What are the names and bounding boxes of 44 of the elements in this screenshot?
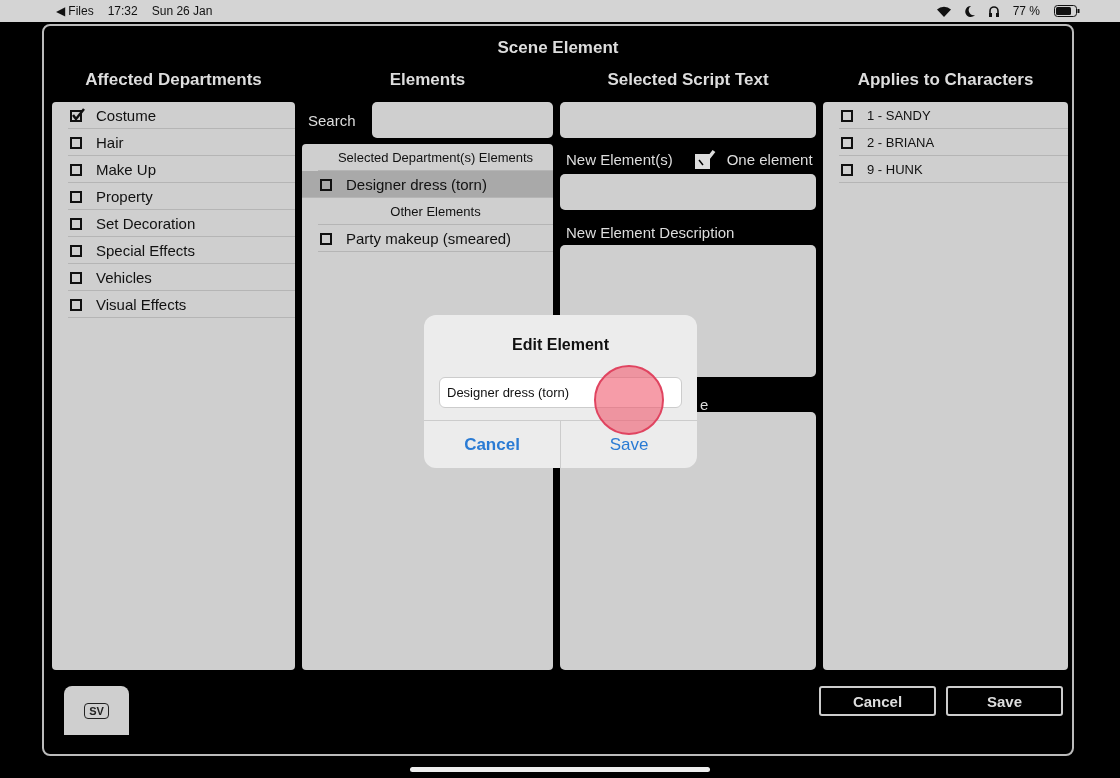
department-item[interactable]: Make Up (68, 156, 295, 183)
field-label: e (699, 399, 710, 411)
save-button[interactable]: Save (946, 686, 1063, 716)
character-item[interactable]: 9 - HUNK (839, 156, 1068, 183)
wifi-icon (936, 5, 951, 17)
character-item[interactable]: 1 - SANDY (839, 102, 1068, 129)
field-label: New Element Description (565, 224, 736, 241)
moon-icon (964, 5, 975, 17)
element-item[interactable]: Party makeup (smeared) (318, 225, 553, 252)
department-item[interactable]: Special Effects (68, 237, 295, 264)
field-label: New Element(s) (565, 150, 673, 168)
search-label: Search (307, 111, 357, 129)
department-item[interactable]: Set Decoration (68, 210, 295, 237)
department-item[interactable]: Hair (68, 129, 295, 156)
section-heading: Other Elements (318, 198, 553, 225)
script-text-field[interactable] (560, 102, 816, 138)
checkbox-label: One element (726, 150, 813, 168)
sv-button[interactable]: SV (64, 686, 129, 735)
character-item[interactable]: 2 - BRIANA (839, 129, 1068, 156)
column-heading: Elements (389, 70, 466, 91)
cancel-button[interactable]: Cancel (424, 421, 561, 468)
save-button[interactable]: Save (561, 421, 697, 468)
column-heading: Applies to Characters (857, 70, 1034, 91)
status-time: 17:32 (107, 4, 138, 18)
status-date: Sun 26 Jan (151, 4, 213, 18)
new-element-field[interactable] (560, 174, 816, 210)
department-item[interactable]: Visual Effects (68, 291, 295, 318)
checked-checkbox[interactable] (70, 108, 86, 122)
department-item[interactable]: Costume (68, 102, 295, 129)
column-heading: Selected Script Text (607, 70, 769, 91)
department-item[interactable]: Vehicles (68, 264, 295, 291)
element-item[interactable]: Designer dress (torn) (302, 171, 553, 198)
dialog-title: Edit Element (512, 336, 609, 354)
column-heading: Affected Departments (85, 70, 262, 91)
element-name-field[interactable]: Designer dress (torn) (439, 377, 682, 408)
search-field[interactable] (372, 102, 553, 138)
back-link[interactable]: ◀ Files (56, 4, 94, 18)
headphones-icon (988, 5, 999, 17)
department-item[interactable]: Property (68, 183, 295, 210)
battery-icon (1054, 5, 1080, 17)
battery-percent: 77 % (1012, 4, 1040, 18)
cancel-button[interactable]: Cancel (819, 686, 936, 716)
window-title: Scene Element (496, 38, 620, 58)
checkbox[interactable] (694, 149, 717, 169)
